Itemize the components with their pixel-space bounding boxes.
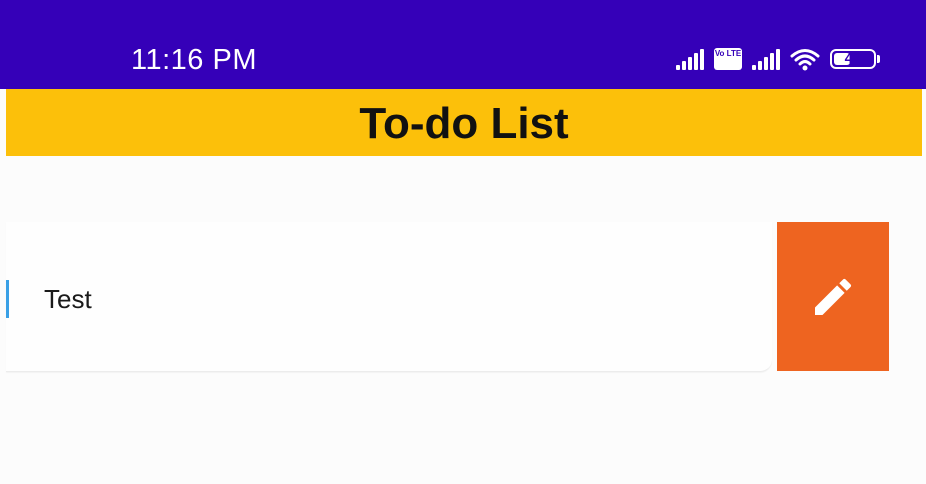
battery-icon: 43 [830,49,876,69]
edit-button[interactable] [777,222,889,371]
signal-icon [752,48,780,70]
list-item-text: Test [44,284,92,314]
app-bar: To-do List [6,89,922,156]
status-icons: Vo LTE 43 [676,47,880,71]
volte-icon: Vo LTE [714,48,742,70]
wifi-icon [790,49,820,71]
pencil-icon [815,278,852,315]
battery-cap [877,55,880,63]
list-item[interactable]: Test [6,222,772,372]
battery-percent: 43 [844,50,862,67]
status-time: 11:16 PM [131,44,257,76]
status-bar: 11:16 PM Vo LTE 43 [0,0,926,89]
page-title: To-do List [359,98,569,148]
list-item-accent [6,280,9,318]
signal-icon [676,48,704,70]
